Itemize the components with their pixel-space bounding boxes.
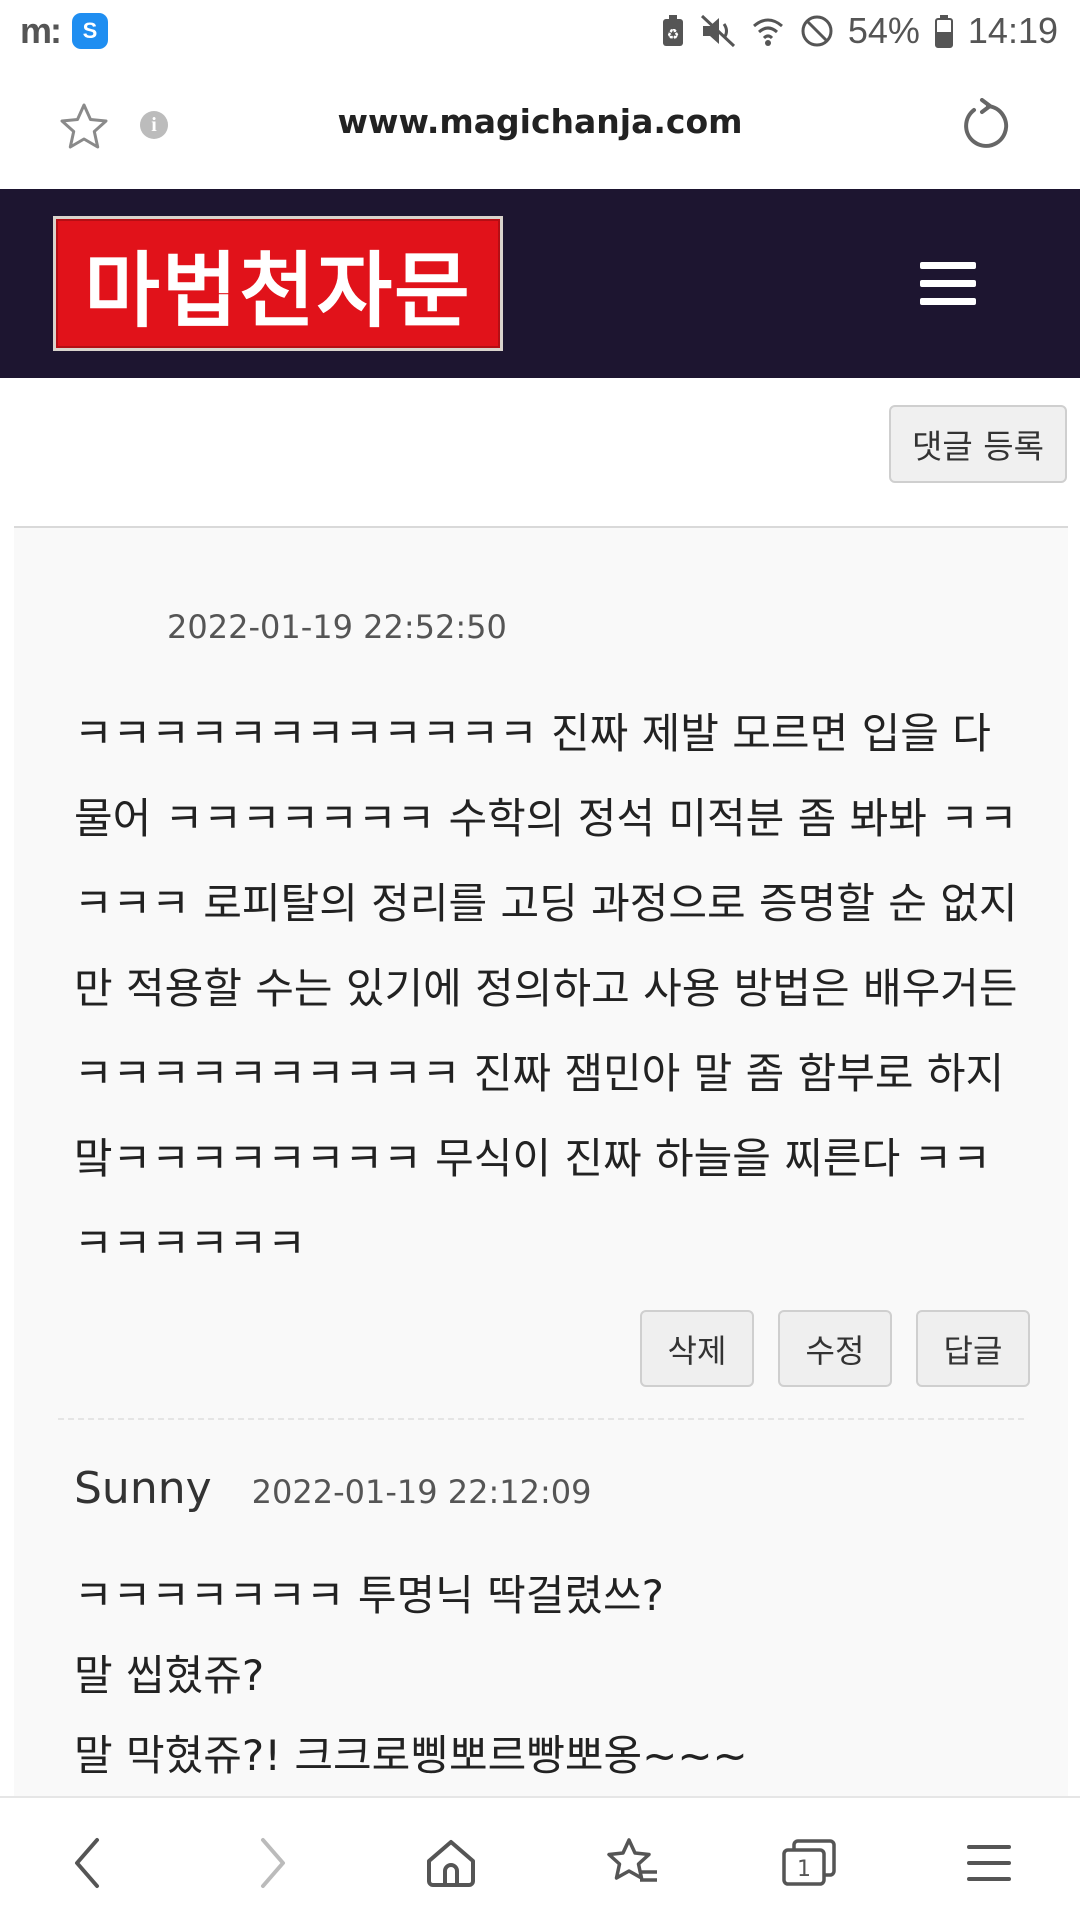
comment-actions: 삭제 수정 답글 bbox=[640, 1310, 1030, 1387]
bookmarks-icon[interactable] bbox=[596, 1828, 666, 1898]
comment-author: Sunny bbox=[74, 1463, 212, 1514]
comment-date: 2022-01-19 22:12:09 bbox=[251, 1473, 592, 1511]
m-app-icon: m: bbox=[20, 10, 62, 51]
clock: 14:19 bbox=[967, 10, 1058, 51]
back-icon[interactable] bbox=[52, 1828, 122, 1898]
tabs-icon[interactable]: 1 bbox=[774, 1828, 844, 1898]
wifi-icon bbox=[750, 14, 786, 48]
mute-icon bbox=[700, 14, 736, 48]
battery-icon bbox=[934, 14, 954, 48]
do-not-disturb-icon bbox=[800, 14, 834, 48]
comment-item: 2022-01-19 22:52:50 ㅋㅋㅋㅋㅋㅋㅋㅋㅋㅋㅋㅋ 진짜 제발 모… bbox=[74, 608, 1034, 1286]
register-comment-button[interactable]: 댓글 등록 bbox=[889, 405, 1067, 483]
forward-icon[interactable] bbox=[238, 1828, 308, 1898]
reply-button[interactable]: 답글 bbox=[916, 1310, 1030, 1387]
browser-bottom-nav: 1 bbox=[0, 1796, 1080, 1920]
status-right: ♻ 54% 14:19 bbox=[660, 10, 1058, 52]
hamburger-menu-icon[interactable] bbox=[920, 262, 976, 306]
comment-body: ㅋㅋㅋㅋㅋㅋㅋ 투명닉 딱걸렸쓰? 말 씹혔쥬? 말 막혔쥬?! 크크로삥뽀르빵… bbox=[74, 1571, 748, 1780]
browser-toolbar: i www.magichanja.com bbox=[0, 62, 1080, 188]
address-bar-url[interactable]: www.magichanja.com bbox=[0, 102, 1080, 141]
comment-divider bbox=[58, 1418, 1024, 1420]
battery-saver-icon: ♻ bbox=[660, 14, 686, 48]
comment-meta: Sunny 2022-01-19 22:12:09 bbox=[74, 1463, 1034, 1514]
comment-body: ㅋㅋㅋㅋㅋㅋㅋㅋㅋㅋㅋㅋ 진짜 제발 모르면 입을 다물어 ㅋㅋㅋㅋㅋㅋㅋ 수학… bbox=[74, 709, 1031, 1268]
battery-percent: 54% bbox=[847, 10, 920, 51]
site-header: 마법천자문 bbox=[0, 189, 1080, 378]
delete-button[interactable]: 삭제 bbox=[640, 1310, 754, 1387]
comment-meta: 2022-01-19 22:52:50 bbox=[74, 608, 1034, 646]
edit-button[interactable]: 수정 bbox=[778, 1310, 892, 1387]
status-left: m: S bbox=[20, 10, 108, 52]
s-app-icon: S bbox=[72, 13, 108, 49]
svg-text:♻: ♻ bbox=[667, 27, 680, 43]
comments-list: 2022-01-19 22:52:50 ㅋㅋㅋㅋㅋㅋㅋㅋㅋㅋㅋㅋ 진짜 제발 모… bbox=[14, 528, 1068, 1796]
tab-count: 1 bbox=[797, 1857, 811, 1882]
status-bar: m: S ♻ 54% 14:19 bbox=[0, 0, 1080, 62]
site-logo[interactable]: 마법천자문 bbox=[53, 216, 503, 351]
home-icon[interactable] bbox=[416, 1828, 486, 1898]
reload-icon[interactable] bbox=[960, 98, 1010, 154]
logo-text: 마법천자문 bbox=[84, 244, 472, 339]
comment-date: 2022-01-19 22:52:50 bbox=[167, 608, 507, 646]
menu-icon[interactable] bbox=[954, 1828, 1024, 1898]
comment-item: Sunny 2022-01-19 22:12:09 ㅋㅋㅋㅋㅋㅋㅋ 투명닉 딱걸… bbox=[74, 1463, 1034, 1796]
